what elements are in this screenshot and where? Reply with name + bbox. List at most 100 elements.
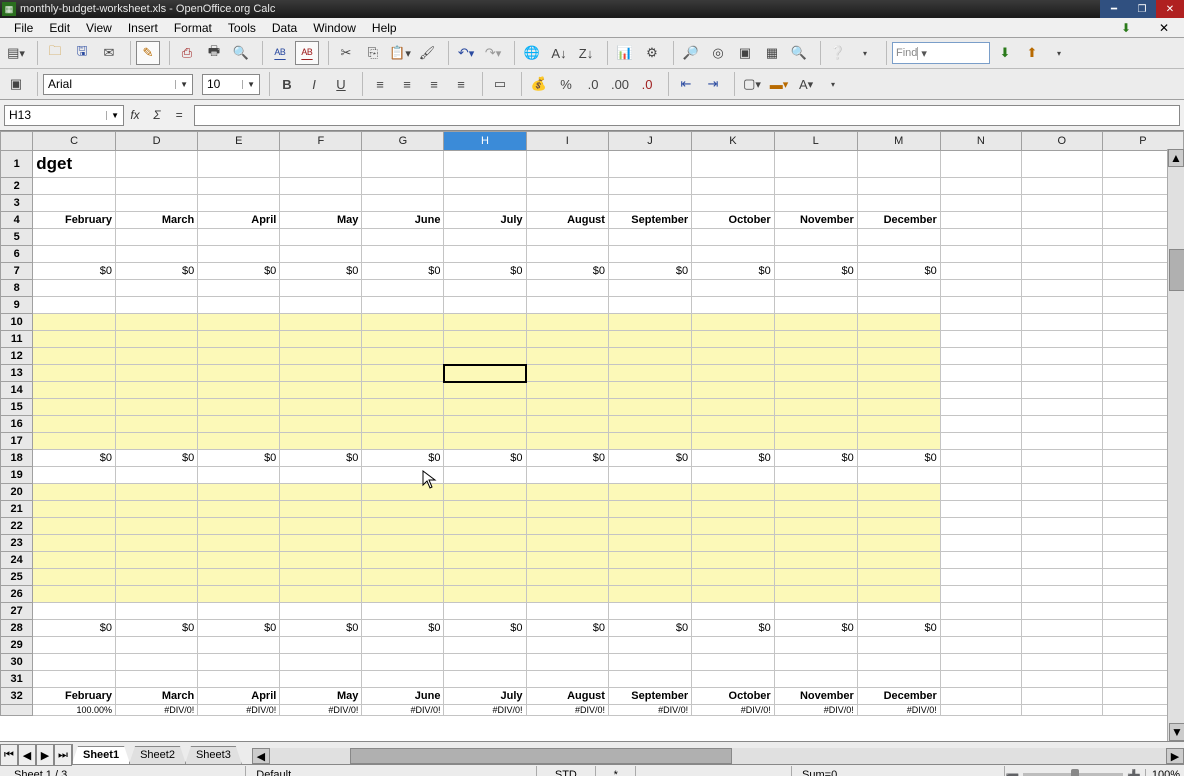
cell-N3[interactable] bbox=[940, 195, 1021, 212]
cell-L20[interactable] bbox=[774, 484, 857, 501]
cell-K3[interactable] bbox=[692, 195, 775, 212]
cell-I4[interactable]: August bbox=[526, 212, 608, 229]
cell-E31[interactable] bbox=[198, 671, 280, 688]
cell-E4[interactable]: April bbox=[198, 212, 280, 229]
cell-E30[interactable] bbox=[198, 654, 280, 671]
auto-spell-button[interactable]: ᴬᴮ bbox=[295, 41, 319, 65]
cell-I26[interactable] bbox=[526, 586, 608, 603]
cell-N20[interactable] bbox=[940, 484, 1021, 501]
menu-data[interactable]: Data bbox=[264, 19, 305, 37]
cell-H3[interactable] bbox=[444, 195, 526, 212]
hyperlink-button[interactable]: 🌐 bbox=[520, 41, 544, 65]
row-header-7[interactable]: 7 bbox=[1, 263, 33, 280]
cell-K33[interactable]: #DIV/0! bbox=[692, 705, 775, 716]
sort-desc-button[interactable]: Z↓ bbox=[574, 41, 598, 65]
cell-D6[interactable] bbox=[116, 246, 198, 263]
cell-C27[interactable] bbox=[33, 603, 116, 620]
cell-N29[interactable] bbox=[940, 637, 1021, 654]
cell-D28[interactable]: $0 bbox=[116, 620, 198, 637]
number-format-button[interactable]: .0 bbox=[581, 72, 605, 96]
cell-K24[interactable] bbox=[692, 552, 775, 569]
cell-G12[interactable] bbox=[362, 348, 444, 365]
cell-C26[interactable] bbox=[33, 586, 116, 603]
cell-G18[interactable]: $0 bbox=[362, 450, 444, 467]
cell-E10[interactable] bbox=[198, 314, 280, 331]
cell-M16[interactable] bbox=[857, 416, 940, 433]
cell-K15[interactable] bbox=[692, 399, 775, 416]
cell-H10[interactable] bbox=[444, 314, 526, 331]
cell-G8[interactable] bbox=[362, 280, 444, 297]
cell-F30[interactable] bbox=[280, 654, 362, 671]
cell-J30[interactable] bbox=[608, 654, 691, 671]
cell-O17[interactable] bbox=[1021, 433, 1102, 450]
format-paint-button[interactable]: 🖌 bbox=[415, 41, 439, 65]
col-header-L[interactable]: L bbox=[774, 132, 857, 151]
cell-O24[interactable] bbox=[1021, 552, 1102, 569]
cell-N19[interactable] bbox=[940, 467, 1021, 484]
cell-H24[interactable] bbox=[444, 552, 526, 569]
cell-I30[interactable] bbox=[526, 654, 608, 671]
cell-C15[interactable] bbox=[33, 399, 116, 416]
cell-O1[interactable] bbox=[1021, 151, 1102, 178]
cell-E26[interactable] bbox=[198, 586, 280, 603]
export-pdf-button[interactable]: ⎙ bbox=[175, 41, 199, 65]
find-prev-button[interactable]: ⬆ bbox=[1020, 41, 1044, 65]
cell-K16[interactable] bbox=[692, 416, 775, 433]
cell-H12[interactable] bbox=[444, 348, 526, 365]
row-header-2[interactable]: 2 bbox=[1, 178, 33, 195]
cell-H25[interactable] bbox=[444, 569, 526, 586]
cell-K5[interactable] bbox=[692, 229, 775, 246]
cell-I10[interactable] bbox=[526, 314, 608, 331]
row-header-1[interactable]: 1 bbox=[1, 151, 33, 178]
cell-D14[interactable] bbox=[116, 382, 198, 399]
cell-H30[interactable] bbox=[444, 654, 526, 671]
cell-K28[interactable]: $0 bbox=[692, 620, 775, 637]
cell-D21[interactable] bbox=[116, 501, 198, 518]
cell-O5[interactable] bbox=[1021, 229, 1102, 246]
cell-M33[interactable]: #DIV/0! bbox=[857, 705, 940, 716]
cell-D17[interactable] bbox=[116, 433, 198, 450]
cell-H21[interactable] bbox=[444, 501, 526, 518]
currency-button[interactable]: 💰 bbox=[527, 72, 551, 96]
sort-asc-button[interactable]: A↓ bbox=[547, 41, 571, 65]
cell-D5[interactable] bbox=[116, 229, 198, 246]
cell-C25[interactable] bbox=[33, 569, 116, 586]
cell-I18[interactable]: $0 bbox=[526, 450, 608, 467]
cell-G20[interactable] bbox=[362, 484, 444, 501]
cell-O6[interactable] bbox=[1021, 246, 1102, 263]
cell-E6[interactable] bbox=[198, 246, 280, 263]
increase-indent-button[interactable]: ⇥ bbox=[701, 72, 725, 96]
zoom-button[interactable]: 🔍 bbox=[787, 41, 811, 65]
cell-J4[interactable]: September bbox=[608, 212, 691, 229]
cell-M13[interactable] bbox=[857, 365, 940, 382]
cell-E24[interactable] bbox=[198, 552, 280, 569]
cell-M3[interactable] bbox=[857, 195, 940, 212]
cell-N2[interactable] bbox=[940, 178, 1021, 195]
cell-K6[interactable] bbox=[692, 246, 775, 263]
cell-F31[interactable] bbox=[280, 671, 362, 688]
cell-H20[interactable] bbox=[444, 484, 526, 501]
cell-L17[interactable] bbox=[774, 433, 857, 450]
cell-E33[interactable]: #DIV/0! bbox=[198, 705, 280, 716]
col-header-J[interactable]: J bbox=[608, 132, 691, 151]
find-overflow-icon[interactable]: ▾ bbox=[1047, 41, 1071, 65]
cell-L29[interactable] bbox=[774, 637, 857, 654]
col-header-N[interactable]: N bbox=[940, 132, 1021, 151]
cell-F29[interactable] bbox=[280, 637, 362, 654]
cell-L14[interactable] bbox=[774, 382, 857, 399]
cell-I19[interactable] bbox=[526, 467, 608, 484]
cell-G15[interactable] bbox=[362, 399, 444, 416]
cell-N21[interactable] bbox=[940, 501, 1021, 518]
col-header-P[interactable]: P bbox=[1102, 132, 1183, 151]
cell-N26[interactable] bbox=[940, 586, 1021, 603]
cell-K11[interactable] bbox=[692, 331, 775, 348]
cell-C29[interactable] bbox=[33, 637, 116, 654]
col-header-I[interactable]: I bbox=[526, 132, 608, 151]
cell-N24[interactable] bbox=[940, 552, 1021, 569]
font-size-select[interactable]: 10 ▼ bbox=[202, 74, 260, 95]
cell-L31[interactable] bbox=[774, 671, 857, 688]
cell-G9[interactable] bbox=[362, 297, 444, 314]
cell-I31[interactable] bbox=[526, 671, 608, 688]
cell-N33[interactable] bbox=[940, 705, 1021, 716]
cell-J20[interactable] bbox=[608, 484, 691, 501]
